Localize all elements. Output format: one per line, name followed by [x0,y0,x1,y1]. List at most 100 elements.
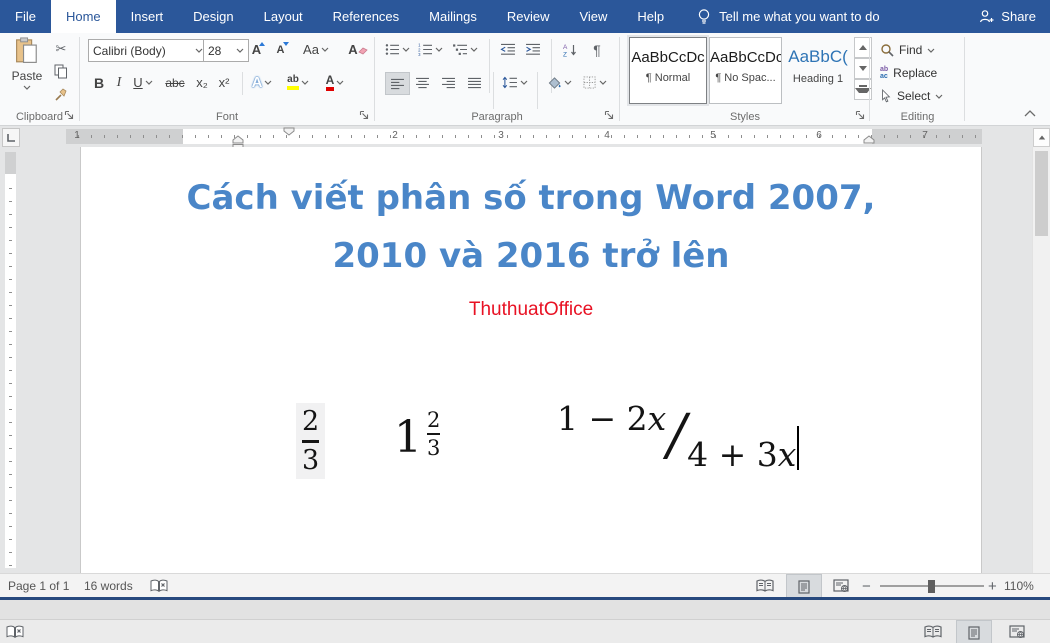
tab-references[interactable]: References [318,0,414,33]
style-heading-1[interactable]: AaBbC( Heading 1 [783,37,853,104]
skewed-denominator: 4 + 3x [687,435,796,474]
title-line-2[interactable]: 2010 và 2016 trở lên [81,227,981,285]
zoom-in-button[interactable]: + [988,574,997,598]
ribbon: Paste ✂ Clipboard [0,33,1050,126]
right-indent-marker[interactable] [863,135,875,144]
read-mode-button[interactable] [916,620,950,643]
paste-label: Paste [12,69,43,83]
document-title[interactable]: Cách viết phân số trong Word 2007, 2010 … [81,169,981,285]
tab-layout[interactable]: Layout [249,0,318,33]
cut-button[interactable]: ✂ [50,38,72,59]
tab-design[interactable]: Design [178,0,248,33]
collapse-ribbon-button[interactable] [1024,110,1036,117]
font-size-combobox[interactable]: 28 [203,39,249,62]
vertical-ruler[interactable] [5,152,16,568]
chevron-down-icon [402,47,410,52]
copy-button[interactable] [50,61,72,82]
sort-button[interactable]: A Z [558,39,582,60]
tab-file[interactable]: File [0,0,51,33]
proofing-status-button[interactable] [150,574,168,598]
scroll-up-button[interactable] [1033,128,1050,147]
text-effects-button[interactable]: A [248,72,276,93]
style-normal[interactable]: AaBbCcDc ¶ Normal [629,37,707,104]
tab-review[interactable]: Review [492,0,565,33]
paste-button[interactable]: Paste [7,37,47,115]
share-person-icon [979,9,995,24]
clear-formatting-button[interactable]: A [346,39,370,60]
superscript-button[interactable]: x² [214,72,234,93]
show-paragraph-marks-button[interactable]: ¶ [587,39,607,60]
font-color-button[interactable]: A [320,72,350,93]
equation-simple-fraction[interactable]: 2 3 [296,403,325,479]
chevron-down-icon [564,80,572,85]
sort-a-glyph: A [563,44,568,51]
subscript-button[interactable]: x₂ [192,72,212,93]
zoom-slider-thumb[interactable] [928,580,935,593]
title-line-1[interactable]: Cách viết phân số trong Word 2007, [81,169,981,227]
increase-indent-button[interactable] [522,39,544,60]
decrease-indent-button[interactable] [497,39,519,60]
zoom-percent[interactable]: 110% [1004,574,1034,598]
horizontal-ruler[interactable]: 1 2 3 4 5 6 7 [66,129,982,144]
copy-icon [54,64,68,79]
chevron-down-icon [301,80,309,85]
tab-help[interactable]: Help [622,0,679,33]
numbering-button[interactable]: 123 [416,39,444,60]
ruler-row: 1 2 3 4 5 6 7 [0,126,1050,147]
word-count[interactable]: 16 words [84,574,133,598]
document-subtitle[interactable]: ThuthuatOffice [81,299,981,321]
justify-button[interactable] [463,72,486,93]
shading-button[interactable] [543,72,575,93]
bold-button[interactable]: B [90,72,108,93]
print-layout-button[interactable] [956,620,992,643]
ruler-number: 5 [710,130,716,141]
strikethrough-button[interactable]: abc [162,72,188,93]
multilevel-list-button[interactable] [450,39,480,60]
change-case-button[interactable]: Aa [300,39,332,60]
proofing-icon [6,625,24,639]
align-left-button[interactable] [385,72,410,95]
align-center-button[interactable] [411,72,434,93]
web-layout-button[interactable] [1000,620,1034,643]
fraction-numerator: 2 [302,407,319,437]
borders-button[interactable] [579,72,611,93]
document-area: Cách viết phân số trong Word 2007, 2010 … [0,147,1050,573]
tab-view[interactable]: View [564,0,622,33]
underline-button[interactable]: U [130,72,156,93]
status-bar: Page 1 of 1 16 words − + 110% [0,573,1050,598]
select-button[interactable]: Select [880,86,943,106]
find-button[interactable]: Find [880,40,935,60]
format-painter-button[interactable] [50,84,72,105]
clipboard-group-label: Clipboard [0,111,79,123]
line-spacing-button[interactable] [499,72,531,93]
align-right-button[interactable] [437,72,460,93]
tab-insert[interactable]: Insert [116,0,179,33]
highlight-color-button[interactable]: ab [282,72,314,93]
font-name-combobox[interactable]: Calibri (Body) [88,39,208,62]
style-no-spacing[interactable]: AaBbCcDc ¶ No Spac... [709,37,782,104]
proofing-status-button[interactable] [6,620,24,643]
equation-skewed-fraction[interactable]: 1 − 2x/4 + 3x [557,399,799,474]
page-count[interactable]: Page 1 of 1 [8,574,69,598]
zoom-out-button[interactable]: − [862,574,871,598]
tab-selector[interactable] [2,128,20,147]
italic-button[interactable]: I [111,72,127,93]
first-line-indent-marker[interactable] [283,127,295,136]
tab-home[interactable]: Home [51,0,116,33]
read-mode-button[interactable] [748,574,782,598]
chevron-down-icon [195,48,203,53]
grow-font-button[interactable]: A [246,39,267,60]
styles-group: AaBbCcDc ¶ Normal AaBbCcDc ¶ No Spac... … [620,33,870,125]
justify-icon [467,77,482,89]
replace-button[interactable]: ab ac Replace [880,63,937,83]
share-button[interactable]: Share [979,0,1036,33]
web-layout-button[interactable] [824,574,858,598]
equation-mixed-number[interactable]: 1 2 3 [394,409,440,459]
vertical-scrollbar[interactable] [1032,147,1050,573]
scrollbar-thumb[interactable] [1035,151,1048,236]
document-page[interactable]: Cách viết phân số trong Word 2007, 2010 … [80,147,982,573]
bullets-button[interactable] [383,39,411,60]
shrink-font-button[interactable]: A [270,39,291,60]
tab-mailings[interactable]: Mailings [414,0,492,33]
tell-me-box[interactable]: Tell me what you want to do [697,0,879,33]
